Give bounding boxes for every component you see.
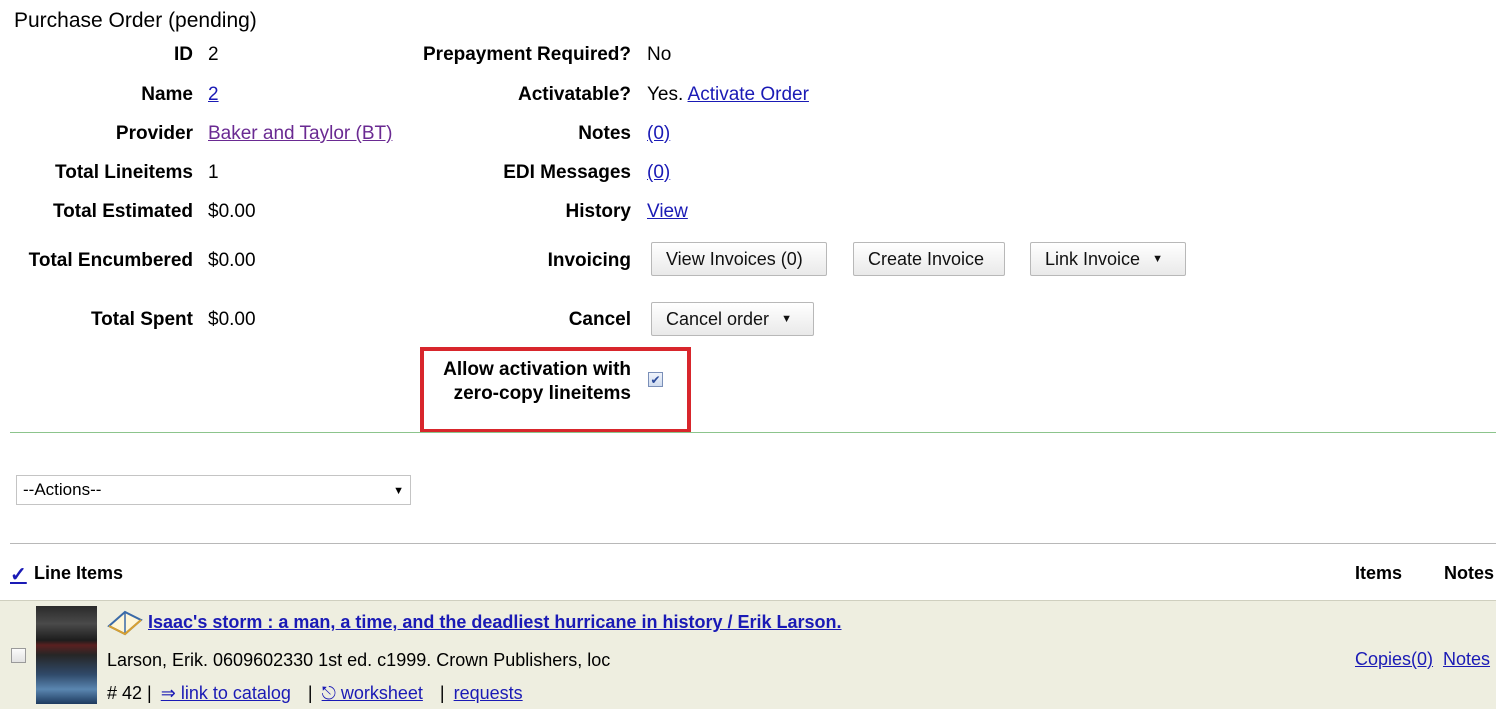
worksheet-link[interactable]: ⎋ worksheet xyxy=(322,683,423,703)
lineitem-links-row: # 42 | ⇒ link to catalog | ⎋ worksheet |… xyxy=(107,683,523,704)
prepayment-label: Prepayment Required? xyxy=(423,44,631,65)
lineitem-notes-link[interactable]: Notes xyxy=(1443,649,1490,670)
divider xyxy=(10,432,1496,433)
id-value: 2 xyxy=(208,44,219,65)
provider-label: Provider xyxy=(115,123,193,144)
separator: | xyxy=(439,683,445,703)
create-invoice-button-label: Create Invoice xyxy=(868,248,985,269)
id-label: ID xyxy=(174,44,193,65)
total-lineitems-value: 1 xyxy=(208,162,219,183)
view-invoices-button-label: View Invoices (0) xyxy=(666,248,803,269)
edi-messages-label: EDI Messages xyxy=(503,162,631,183)
history-view-link[interactable]: View xyxy=(647,201,688,223)
cancel-order-dropdown-label: Cancel order xyxy=(666,308,770,329)
book-cover-image xyxy=(36,606,97,704)
notes-label: Notes xyxy=(578,123,631,144)
activatable-label: Activatable? xyxy=(518,84,631,105)
divider xyxy=(10,543,1496,544)
total-spent-label: Total Spent xyxy=(90,309,193,330)
cancel-order-dropdown[interactable]: Cancel order ▼ xyxy=(651,302,814,336)
separator: | xyxy=(307,683,313,703)
select-all-checkmark-icon[interactable]: ✓ xyxy=(10,562,27,587)
view-invoices-button[interactable]: View Invoices (0) xyxy=(651,242,827,276)
invoicing-label: Invoicing xyxy=(547,250,631,271)
notes-column-header: Notes xyxy=(1444,563,1495,583)
lineitem-checkbox[interactable] xyxy=(11,648,26,663)
provider-link[interactable]: Baker and Taylor (BT) xyxy=(208,123,392,145)
name-label: Name xyxy=(141,84,193,105)
notes-link[interactable]: (0) xyxy=(647,123,670,145)
total-lineitems-label: Total Lineitems xyxy=(55,162,193,183)
caret-down-icon: ▼ xyxy=(781,313,792,325)
total-estimated-value: $0.00 xyxy=(208,201,256,222)
chevron-down-icon: ▼ xyxy=(393,485,404,497)
copies-link[interactable]: Copies(0) xyxy=(1355,649,1433,670)
create-invoice-button[interactable]: Create Invoice xyxy=(853,242,1005,276)
total-encumbered-label: Total Encumbered xyxy=(28,250,193,271)
caret-down-icon: ▼ xyxy=(1152,253,1163,265)
highlight-annotation-box xyxy=(420,347,691,433)
link-to-catalog-link[interactable]: ⇒ link to catalog xyxy=(161,683,291,703)
link-invoice-dropdown[interactable]: Link Invoice ▼ xyxy=(1030,242,1186,276)
requests-link[interactable]: requests xyxy=(454,683,523,703)
activatable-value-row: Yes. Activate Order xyxy=(647,84,809,106)
activatable-value: Yes. xyxy=(647,84,684,105)
book-icon[interactable] xyxy=(106,606,144,638)
page-title: Purchase Order (pending) xyxy=(14,9,257,32)
prepayment-value: No xyxy=(647,44,672,65)
total-encumbered-value: $0.00 xyxy=(208,250,256,271)
actions-select-value: --Actions-- xyxy=(23,480,102,499)
link-invoice-dropdown-label: Link Invoice xyxy=(1045,248,1141,269)
line-items-header: Line Items xyxy=(34,563,124,583)
actions-select[interactable]: --Actions-- ▼ xyxy=(16,475,411,505)
edi-messages-link[interactable]: (0) xyxy=(647,162,670,184)
lineitem-title-link[interactable]: Isaac's storm : a man, a time, and the d… xyxy=(148,612,842,633)
activate-order-link[interactable]: Activate Order xyxy=(688,84,809,105)
history-label: History xyxy=(565,201,631,222)
lineitem-details: Larson, Erik. 0609602330 1st ed. c1999. … xyxy=(107,650,611,670)
name-link[interactable]: 2 xyxy=(208,84,219,106)
total-estimated-label: Total Estimated xyxy=(52,201,193,222)
total-spent-value: $0.00 xyxy=(208,309,256,330)
lineitem-number: # 42 | xyxy=(107,683,152,703)
cancel-label: Cancel xyxy=(568,309,631,330)
items-column-header: Items xyxy=(1355,563,1403,583)
